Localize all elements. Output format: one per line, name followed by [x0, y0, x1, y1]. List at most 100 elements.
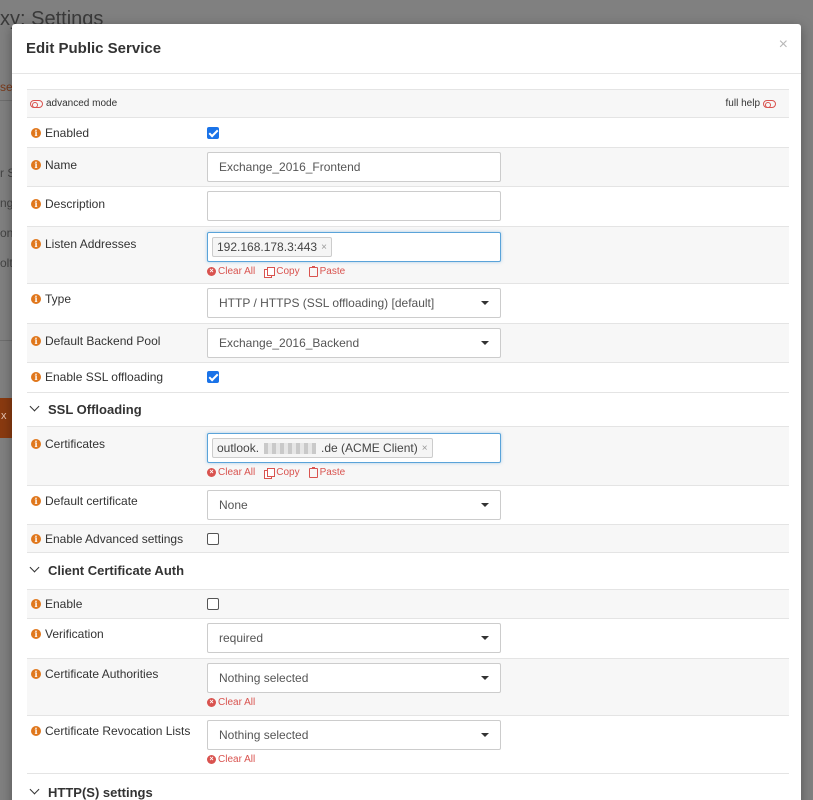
name-input[interactable]: Exchange_2016_Frontend: [207, 152, 501, 182]
info-icon[interactable]: i: [31, 239, 41, 249]
modal-title: Edit Public Service: [26, 40, 162, 57]
info-icon[interactable]: i: [31, 669, 41, 679]
certificate-authorities-label: i Certificate Authorities: [31, 667, 158, 681]
select-actions: × Clear All: [207, 754, 501, 765]
listen-addresses-tag-input[interactable]: 192.168.178.3:443 ×: [207, 232, 501, 262]
tag-actions: × Clear All Copy Paste: [207, 466, 501, 479]
clear-all-button[interactable]: × Clear All: [207, 266, 255, 277]
client-auth-enable-checkbox[interactable]: [207, 598, 219, 610]
default-certificate-select[interactable]: None: [207, 490, 501, 520]
redacted-text: [264, 442, 317, 454]
modal-header: Edit Public Service ×: [12, 24, 801, 74]
type-row: i Type HTTP / HTTPS (SSL offloading) [def…: [27, 283, 789, 323]
enable-advanced-settings-row: i Enable Advanced settings: [27, 524, 789, 552]
chevron-down-icon: [481, 733, 489, 737]
paste-button[interactable]: Paste: [308, 265, 345, 277]
address-tag: 192.168.178.3:443 ×: [212, 237, 332, 257]
chevron-down-icon: [29, 562, 40, 573]
default-backend-pool-select[interactable]: Exchange_2016_Backend: [207, 328, 501, 358]
copy-icon: [264, 467, 276, 479]
info-icon[interactable]: i: [31, 128, 41, 138]
info-icon[interactable]: i: [31, 534, 41, 544]
enable-advanced-settings-checkbox[interactable]: [207, 533, 219, 545]
info-icon[interactable]: i: [31, 599, 41, 609]
enable-ssl-offloading-checkbox[interactable]: [207, 371, 219, 383]
enabled-checkbox[interactable]: [207, 127, 219, 139]
advanced-mode-toggle[interactable]: advanced mode: [30, 98, 117, 109]
default-certificate-row: i Default certificate None: [27, 485, 789, 524]
info-icon[interactable]: i: [31, 372, 41, 382]
clear-icon: ×: [207, 698, 216, 707]
info-icon[interactable]: i: [31, 199, 41, 209]
verification-row: i Verification required: [27, 618, 789, 658]
clear-all-button[interactable]: × Clear All: [207, 467, 255, 478]
certificates-field: outlook. .de (ACME Client) × × Clear All C…: [207, 433, 501, 479]
toggle-off-icon: [30, 99, 43, 108]
enable-ssl-offloading-label: i Enable SSL offloading: [31, 370, 163, 384]
enable-advanced-settings-label: i Enable Advanced settings: [31, 532, 183, 546]
chevron-down-icon: [481, 636, 489, 640]
type-select[interactable]: HTTP / HTTPS (SSL offloading) [default]: [207, 288, 501, 318]
paste-icon: [308, 265, 318, 277]
copy-icon: [264, 266, 276, 278]
description-input[interactable]: [207, 191, 501, 221]
chevron-down-icon: [29, 401, 40, 412]
listen-addresses-label: i Listen Addresses: [31, 237, 136, 251]
enable-ssl-offloading-row: i Enable SSL offloading: [27, 362, 789, 392]
clear-all-button[interactable]: × Clear All: [207, 697, 255, 708]
listen-addresses-field: 192.168.178.3:443 × × Clear All Copy Paste: [207, 232, 501, 278]
enabled-row: i Enabled: [27, 117, 789, 147]
crl-label: i Certificate Revocation Lists: [31, 724, 190, 738]
clear-all-button[interactable]: × Clear All: [207, 754, 255, 765]
default-backend-pool-row: i Default Backend Pool Exchange_2016_Back…: [27, 323, 789, 362]
name-row: i Name Exchange_2016_Frontend: [27, 147, 789, 186]
certificate-authorities-select[interactable]: Nothing selected: [207, 663, 501, 693]
tag-actions: × Clear All Copy Paste: [207, 265, 501, 278]
remove-tag-icon[interactable]: ×: [321, 242, 327, 253]
chevron-down-icon: [481, 341, 489, 345]
crl-field: Nothing selected × Clear All: [207, 720, 501, 765]
client-certificate-auth-section-header[interactable]: Client Certificate Auth: [27, 552, 789, 589]
info-icon[interactable]: i: [31, 496, 41, 506]
info-icon[interactable]: i: [31, 160, 41, 170]
edit-public-service-dialog: Edit Public Service × advanced mode full…: [12, 24, 801, 800]
certificates-tag-input[interactable]: outlook. .de (ACME Client) ×: [207, 433, 501, 463]
listen-addresses-row: i Listen Addresses 192.168.178.3:443 × × Cl…: [27, 226, 789, 283]
clear-icon: ×: [207, 468, 216, 477]
background-snippet: olt: [0, 256, 13, 270]
default-certificate-label: i Default certificate: [31, 494, 138, 508]
verification-select[interactable]: required: [207, 623, 501, 653]
close-icon[interactable]: ×: [779, 36, 788, 54]
crl-select[interactable]: Nothing selected: [207, 720, 501, 750]
paste-button[interactable]: Paste: [308, 466, 345, 478]
info-icon[interactable]: i: [31, 726, 41, 736]
info-icon[interactable]: i: [31, 294, 41, 304]
clear-icon: ×: [207, 755, 216, 764]
section-title: Client Certificate Auth: [48, 563, 185, 578]
info-icon[interactable]: i: [31, 336, 41, 346]
http-settings-section-header[interactable]: HTTP(S) settings: [27, 773, 789, 800]
chevron-down-icon: [481, 503, 489, 507]
toggle-off-icon: [763, 99, 776, 108]
chevron-down-icon: [481, 676, 489, 680]
full-help-toggle[interactable]: full help: [726, 98, 776, 109]
info-icon[interactable]: i: [31, 629, 41, 639]
name-label: i Name: [31, 158, 77, 172]
select-actions: × Clear All: [207, 697, 501, 708]
copy-button[interactable]: Copy: [264, 266, 300, 278]
verification-label: i Verification: [31, 627, 104, 641]
crl-row: i Certificate Revocation Lists Nothing se…: [27, 715, 789, 773]
certificates-label: i Certificates: [31, 437, 105, 451]
paste-icon: [308, 466, 318, 478]
section-title: HTTP(S) settings: [48, 785, 153, 800]
ssl-offloading-section-header[interactable]: SSL Offloading: [27, 392, 789, 426]
certificate-tag: outlook. .de (ACME Client) ×: [212, 438, 433, 458]
client-auth-enable-row: i Enable: [27, 589, 789, 618]
certificates-row: i Certificates outlook. .de (ACME Client) …: [27, 426, 789, 485]
description-row: i Description: [27, 186, 789, 226]
remove-tag-icon[interactable]: ×: [422, 443, 428, 454]
service-form: advanced mode full help i Enabled i Name E…: [27, 89, 789, 800]
section-title: SSL Offloading: [48, 402, 142, 417]
info-icon[interactable]: i: [31, 439, 41, 449]
copy-button[interactable]: Copy: [264, 467, 300, 479]
